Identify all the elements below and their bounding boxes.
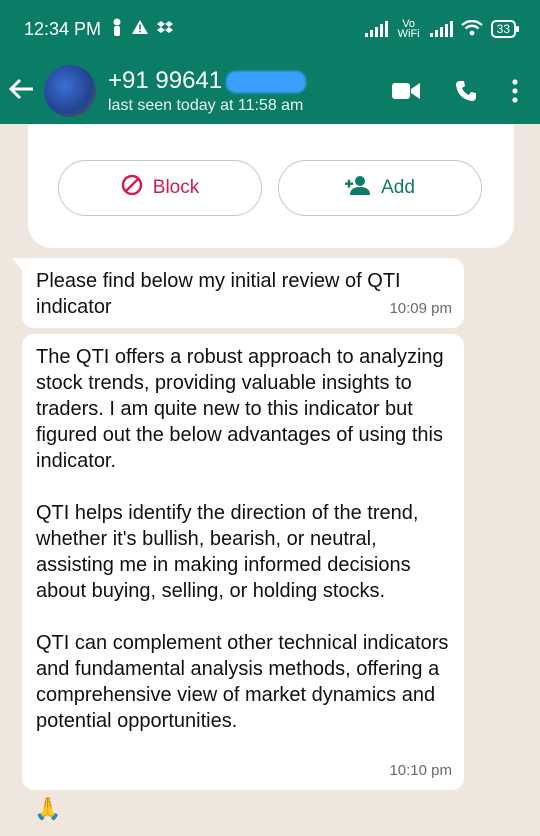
message-time: 10:09 pm [389,300,452,317]
back-arrow-icon[interactable] [8,77,44,105]
header-actions [392,79,518,103]
avatar[interactable] [44,65,96,117]
battery-icon: 33 [490,20,520,38]
unknown-contact-card: Block Add [28,124,514,248]
dropbox-icon [157,19,174,40]
contact-meta[interactable]: +91 99641 last seen today at 11:58 am [108,67,307,115]
redaction-mark [226,70,307,93]
add-label: Add [381,177,415,198]
contact-number: +91 99641 [108,67,223,94]
block-label: Block [152,177,200,198]
message-text: The QTI offers a robust approach to anal… [36,346,449,732]
message-bubble[interactable]: Please find below my initial review of Q… [12,258,464,328]
last-seen: last seen today at 11:58 am [108,97,304,114]
message-text: Please find below my initial review of Q… [36,270,407,318]
network-label: Vo WiFi [397,18,420,40]
block-button[interactable]: Block [58,160,262,216]
status-time: 12:34 PM [24,18,102,39]
contact-name: +91 99641 [108,67,307,95]
phone-icon[interactable] [454,79,478,103]
wifi-icon [460,19,483,39]
person-icon [111,18,123,41]
warning-icon [131,19,149,40]
status-icons-right: Vo WiFi 33 [364,18,520,40]
add-contact-button[interactable]: Add [278,160,482,216]
message-bubble[interactable]: The QTI offers a robust approach to anal… [22,334,464,790]
chat-header[interactable]: +91 99641 last seen today at 11:58 am [0,58,540,124]
signal-icon [364,21,388,37]
video-call-icon[interactable] [392,81,420,101]
add-contact-icon [345,175,371,201]
more-vert-icon[interactable] [512,79,518,103]
signal-icon [429,21,453,37]
reaction-emoji[interactable]: 🙏 [28,794,68,824]
status-bar: 12:34 PM Vo WiFi 33 [0,0,540,58]
status-icons-left [111,18,174,41]
block-icon [121,174,143,202]
message-time: 10:10 pm [389,762,452,779]
top-bar: 12:34 PM Vo WiFi 33 +91 99641 last seen … [0,0,540,124]
